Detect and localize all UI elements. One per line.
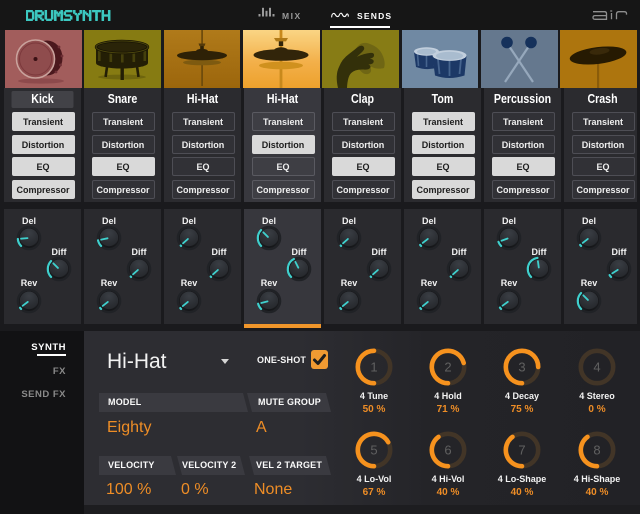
svg-text:7: 7: [518, 443, 525, 458]
svg-text:3: 3: [518, 360, 525, 375]
svg-text:6: 6: [444, 443, 451, 458]
svg-text:1: 1: [370, 360, 377, 375]
svg-text:8: 8: [593, 443, 600, 458]
svg-text:2: 2: [444, 360, 451, 375]
svg-text:5: 5: [370, 443, 377, 458]
svg-text:4: 4: [593, 360, 600, 375]
